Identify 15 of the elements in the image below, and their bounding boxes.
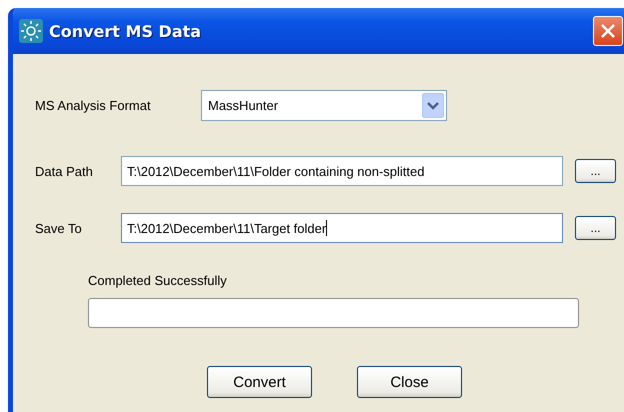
format-dropdown[interactable]: MassHunter: [201, 90, 447, 121]
path-field[interactable]: T:\2012\December\11\Folder containing non-splitted: [121, 156, 563, 186]
path-label: Data Path: [35, 164, 94, 178]
sun-icon: [19, 19, 43, 43]
convert-button[interactable]: Convert: [207, 366, 312, 398]
window-title: Convert MS Data: [49, 22, 202, 40]
close-dialog-button[interactable]: Close: [357, 366, 462, 398]
path-field[interactable]: T:\2012\December\11\Target folder: [121, 213, 563, 243]
browse-button[interactable]: ...: [575, 216, 616, 240]
browse-button[interactable]: ...: [575, 159, 616, 183]
format-label: MS Analysis Format: [35, 98, 152, 113]
close-icon[interactable]: [599, 22, 617, 40]
close-button[interactable]: [593, 16, 623, 46]
path-label: Save To: [35, 220, 83, 236]
progress-label: Completed Successfully: [88, 273, 228, 288]
